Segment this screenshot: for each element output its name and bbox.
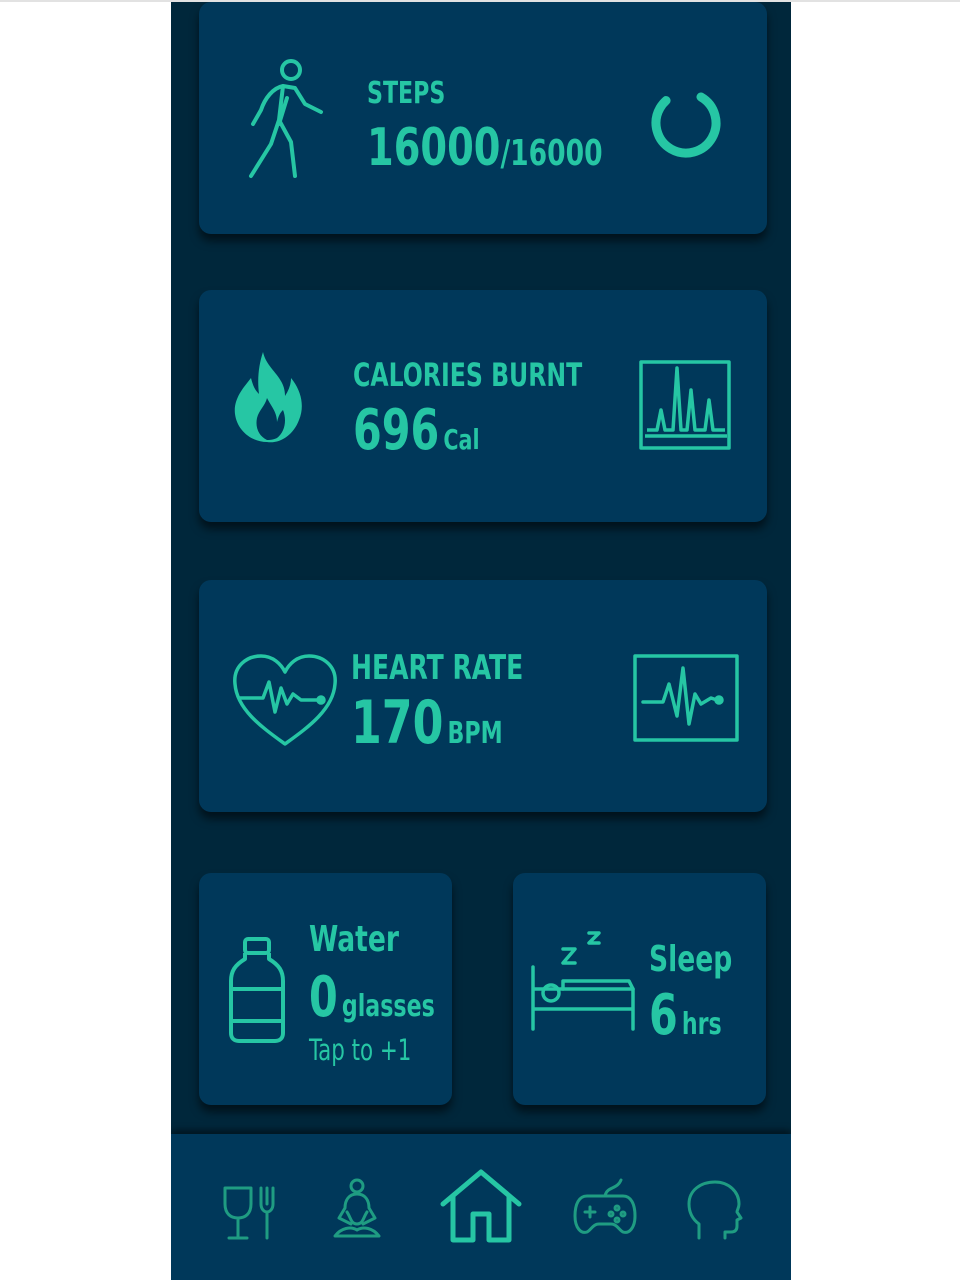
walking-icon xyxy=(249,59,323,178)
water-tap-hint[interactable]: Tap to +1 xyxy=(309,1033,411,1067)
steps-goal: /16000 xyxy=(500,133,603,174)
calories-card[interactable]: CALORIES BURNT 696 Cal xyxy=(199,290,767,522)
meditation-icon[interactable] xyxy=(331,1178,383,1242)
ecg-monitor-icon xyxy=(633,654,739,742)
water-bottle-icon xyxy=(229,937,285,1043)
sleep-value: 6 xyxy=(649,983,678,1048)
graph-icon xyxy=(639,360,731,450)
flame-icon xyxy=(234,352,302,443)
water-value-row: 0 glasses xyxy=(309,965,435,1030)
sleep-label: Sleep xyxy=(649,939,733,980)
sleeping-bed-icon xyxy=(531,931,635,1031)
sleep-unit: hrs xyxy=(681,1007,722,1042)
water-card[interactable]: Water 0 glasses Tap to +1 xyxy=(199,873,452,1105)
steps-label: STEPS xyxy=(367,76,446,111)
heart-rate-value: 170 xyxy=(351,688,444,758)
heart-rate-label: HEART RATE xyxy=(351,648,524,688)
water-label: Water xyxy=(309,919,399,960)
heart-rate-value-row: 170 BPM xyxy=(351,688,503,758)
calories-value-row: 696 Cal xyxy=(353,398,480,463)
home-icon[interactable] xyxy=(439,1168,523,1244)
sleep-value-row: 6 hrs xyxy=(649,983,722,1048)
diet-icon[interactable] xyxy=(221,1184,281,1242)
games-icon[interactable] xyxy=(573,1178,637,1238)
steps-progress-ring xyxy=(651,88,721,158)
bottom-nav xyxy=(171,1134,791,1280)
water-value: 0 xyxy=(309,965,338,1030)
heart-rate-card[interactable]: HEART RATE 170 BPM xyxy=(199,580,767,812)
calories-unit: Cal xyxy=(443,423,480,456)
calories-label: CALORIES BURNT xyxy=(353,356,583,394)
water-unit: glasses xyxy=(341,989,435,1024)
steps-value: 16000 xyxy=(367,118,501,178)
app-screen: STEPS 16000/16000 CALORIES BURNT 696 Cal xyxy=(171,2,791,1280)
calories-value: 696 xyxy=(353,398,440,463)
steps-card[interactable]: STEPS 16000/16000 xyxy=(199,2,767,234)
heart-pulse-icon xyxy=(233,654,337,746)
steps-value-row: 16000/16000 xyxy=(367,118,603,178)
mind-icon[interactable] xyxy=(687,1180,743,1242)
heart-rate-unit: BPM xyxy=(447,716,503,751)
sleep-card[interactable]: Sleep 6 hrs xyxy=(513,873,766,1105)
